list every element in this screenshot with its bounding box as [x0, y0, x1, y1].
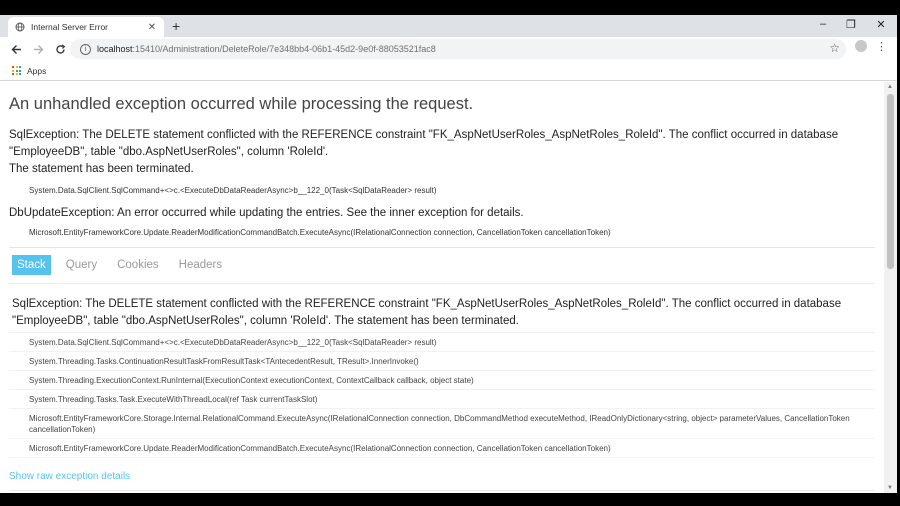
info-icon[interactable]: i: [80, 43, 91, 55]
detail-tabs: Stack Query Cookies Headers: [9, 255, 884, 275]
tab-stack[interactable]: Stack: [12, 255, 51, 275]
divider: [9, 490, 875, 491]
apps-grid-icon[interactable]: [12, 66, 21, 75]
show-raw-exception-link[interactable]: Show raw exception details: [9, 471, 884, 482]
stack-frame[interactable]: System.Data.SqlClient.SqlCommand+<>c.<Ex…: [9, 333, 875, 352]
reload-icon[interactable]: [49, 38, 71, 60]
new-tab-button[interactable]: +: [172, 18, 180, 34]
tab-query[interactable]: Query: [61, 255, 102, 275]
minimize-button[interactable]: –: [813, 18, 833, 30]
inner-exception-location: Microsoft.EntityFrameworkCore.Update.Rea…: [29, 228, 611, 237]
divider: [9, 247, 875, 248]
tab-title: Internal Server Error: [31, 22, 108, 32]
window-close-button[interactable]: ✕: [871, 18, 891, 31]
toolbar: i localhost:15410/Administration/DeleteR…: [0, 37, 897, 61]
stack-frame[interactable]: Microsoft.EntityFrameworkCore.Storage.In…: [9, 409, 875, 439]
globe-icon: [14, 22, 25, 33]
exception-location: System.Data.SqlClient.SqlCommand+<>c.<Ex…: [29, 186, 437, 195]
back-arrow-icon[interactable]: [5, 38, 27, 60]
error-page: An unhandled exception occurred while pr…: [0, 82, 884, 493]
scroll-up-icon[interactable]: ▲: [887, 84, 893, 90]
apps-shortcut[interactable]: Apps: [27, 66, 46, 76]
tab-cookies[interactable]: Cookies: [112, 255, 164, 275]
stack-frame[interactable]: System.Threading.Tasks.ContinuationResul…: [9, 352, 875, 371]
exception-message-line2: The statement has been terminated.: [9, 163, 194, 175]
maximize-button[interactable]: ❐: [841, 18, 861, 31]
page-title: An unhandled exception occurred while pr…: [9, 95, 474, 113]
divider: [9, 283, 875, 284]
exception-message: SqlException: The DELETE statement confl…: [9, 127, 869, 178]
tab-headers[interactable]: Headers: [174, 255, 227, 275]
stack-frame[interactable]: System.Threading.Tasks.Task.ExecuteWithT…: [9, 390, 875, 409]
stack-frame[interactable]: System.Threading.ExecutionContext.RunInt…: [9, 371, 875, 390]
browser-tab[interactable]: Internal Server Error ✕: [8, 17, 164, 37]
address-bar[interactable]: i localhost:15410/Administration/DeleteR…: [70, 39, 846, 59]
bookmark-star-icon[interactable]: ☆: [829, 41, 840, 55]
stack-frame-list: System.Data.SqlClient.SqlCommand+<>c.<Ex…: [9, 332, 875, 458]
stack-exception-message: SqlException: The DELETE statement confl…: [12, 298, 842, 327]
scroll-down-icon[interactable]: ▼: [887, 485, 893, 491]
inner-exception-message: DbUpdateException: An error occurred whi…: [9, 207, 524, 219]
browser-window: Internal Server Error ✕ + – ❐ ✕ i localh…: [0, 15, 897, 493]
url-path: :15410/Administration/DeleteRole/7e348bb…: [132, 44, 436, 54]
scrollbar-thumb[interactable]: [887, 94, 894, 269]
menu-kebab-icon[interactable]: ⋮: [876, 40, 887, 53]
forward-arrow-icon[interactable]: [27, 38, 49, 60]
page-scrollbar[interactable]: ▲ ▼: [884, 82, 897, 493]
profile-avatar-icon[interactable]: [855, 40, 867, 52]
stack-frame[interactable]: Microsoft.EntityFrameworkCore.Update.Rea…: [9, 439, 875, 458]
exception-message-line1: SqlException: The DELETE statement confl…: [9, 129, 839, 158]
tab-close-icon[interactable]: ✕: [146, 22, 158, 33]
url-host: localhost: [97, 44, 133, 54]
bookmarks-bar: Apps: [0, 61, 897, 81]
tab-strip: Internal Server Error ✕ + – ❐ ✕: [0, 15, 897, 37]
